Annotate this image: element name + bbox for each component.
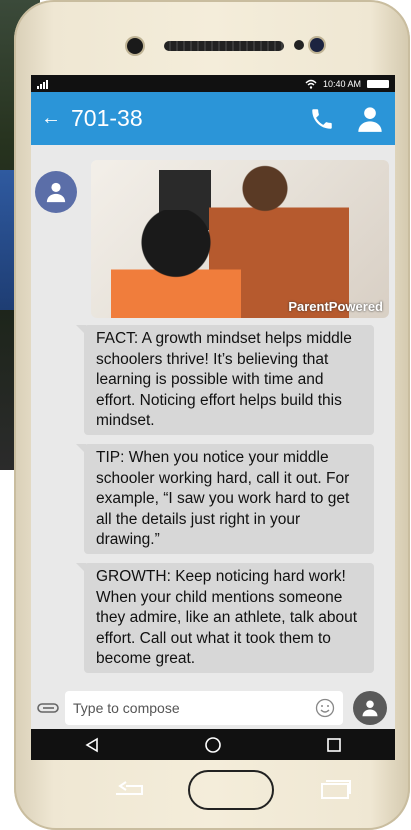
status-bar: 10:40 AM — [31, 75, 395, 92]
compose-bar: Type to compose — [31, 687, 395, 729]
contact-number-title: 701-38 — [71, 105, 143, 131]
phone-icon[interactable] — [307, 104, 337, 134]
earpiece-speaker — [164, 41, 284, 51]
compose-placeholder: Type to compose — [73, 700, 180, 716]
hardware-recent-apps-icon[interactable] — [320, 778, 352, 800]
message-bubble-tip: TIP: When you notice your middle schoole… — [76, 444, 374, 554]
image-daughter — [111, 210, 241, 318]
battery-icon — [367, 79, 389, 88]
proximity-sensor — [294, 40, 304, 50]
phone-screen: 10:40 AM ← 701-38 ParentPowered FACT: A … — [31, 75, 395, 760]
message-bubble-fact: FACT: A growth mindset helps middle scho… — [76, 325, 374, 435]
conversation-header: ← 701-38 — [31, 92, 395, 145]
message-bubble-growth: GROWTH: Keep noticing hard work! When yo… — [76, 563, 374, 673]
status-time: 10:40 AM — [322, 78, 361, 89]
compose-input[interactable]: Type to compose — [65, 691, 343, 725]
message-thread: ParentPowered FACT: A growth mindset hel… — [31, 145, 395, 673]
nav-back-icon[interactable] — [72, 733, 112, 757]
hardware-back-icon[interactable] — [112, 780, 148, 802]
light-sensor — [310, 38, 324, 52]
emoji-icon[interactable] — [315, 698, 335, 718]
message-image[interactable]: ParentPowered — [91, 160, 389, 318]
hardware-home-button[interactable] — [188, 770, 274, 810]
back-arrow-icon[interactable]: ← — [41, 107, 61, 130]
image-watermark: ParentPowered — [288, 299, 383, 314]
sender-avatar — [35, 171, 77, 213]
front-camera — [127, 38, 143, 54]
profile-send-button[interactable] — [353, 691, 387, 725]
person-icon — [46, 182, 66, 203]
attachment-icon[interactable] — [31, 702, 65, 714]
signal-icon — [37, 79, 48, 89]
nav-recents-icon[interactable] — [314, 733, 354, 757]
wifi-icon — [305, 79, 317, 89]
contact-person-icon[interactable] — [355, 104, 385, 134]
nav-home-icon[interactable] — [193, 733, 233, 757]
android-nav-bar — [31, 729, 395, 760]
person-icon — [362, 700, 378, 717]
